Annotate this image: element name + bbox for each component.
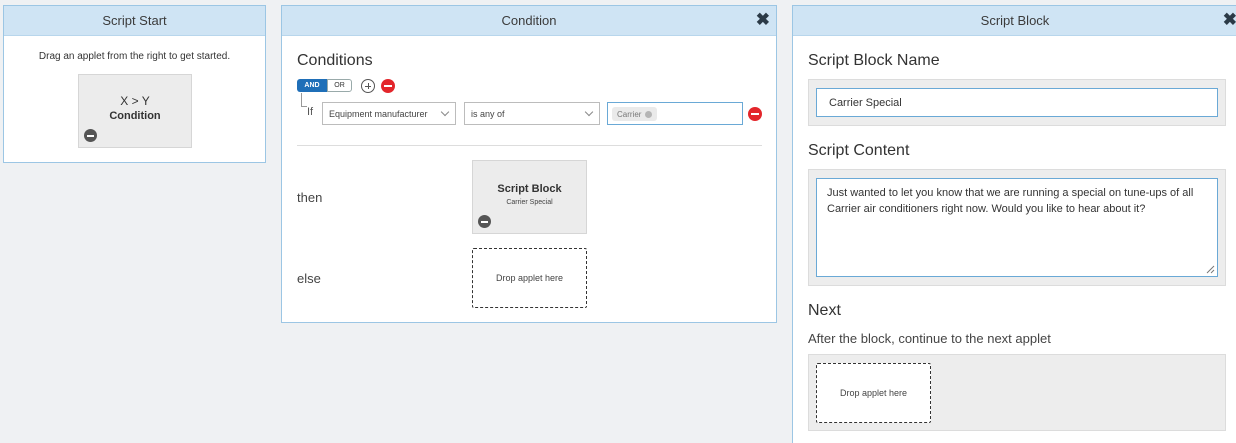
- condition-panel: Condition ✖ Conditions AND OR If Equipme…: [281, 5, 777, 323]
- field-select[interactable]: Equipment manufacturer: [322, 102, 456, 125]
- chevron-down-icon: [584, 107, 594, 117]
- script-block-title: Script Block: [980, 13, 1050, 28]
- next-drop-label: Drop applet here: [839, 388, 908, 398]
- else-drop-label: Drop applet here: [495, 273, 564, 283]
- section-divider: [297, 145, 762, 146]
- tag-remove-icon[interactable]: [645, 110, 653, 118]
- or-toggle-option[interactable]: OR: [327, 79, 352, 92]
- script-block-name-label: Script Block Name: [808, 52, 940, 69]
- next-description: After the block, continue to the next ap…: [808, 331, 1051, 346]
- remove-group-icon[interactable]: [381, 79, 395, 93]
- value-tag[interactable]: Carrier: [612, 107, 658, 121]
- else-label: else: [297, 271, 321, 286]
- script-content-text: Just wanted to let you know that we are …: [827, 187, 1194, 215]
- add-condition-icon[interactable]: [361, 79, 375, 93]
- value-tag-input[interactable]: Carrier: [607, 102, 743, 125]
- if-label: If: [307, 106, 314, 118]
- logic-toggle[interactable]: AND OR: [297, 79, 352, 92]
- and-toggle-option[interactable]: AND: [297, 79, 327, 92]
- then-label: then: [297, 190, 323, 205]
- applet-line2: Condition: [109, 110, 161, 122]
- script-block-header: Script Block ✖: [793, 6, 1236, 36]
- script-start-header: Script Start: [4, 6, 265, 36]
- remove-applet-icon[interactable]: [478, 215, 491, 228]
- conditions-title: Conditions: [297, 52, 373, 69]
- remove-condition-icon[interactable]: [748, 107, 762, 121]
- script-content-label: Script Content: [808, 142, 910, 159]
- chevron-down-icon: [440, 107, 450, 117]
- operator-select-value: is any of: [471, 108, 505, 119]
- script-start-title: Script Start: [102, 13, 167, 28]
- else-drop-zone[interactable]: Drop applet here: [472, 248, 587, 308]
- field-select-value: Equipment manufacturer: [329, 108, 428, 119]
- script-block-name-input[interactable]: Carrier Special: [816, 88, 1218, 117]
- then-applet-subtitle: Carrier Special: [506, 199, 553, 206]
- name-field-container: Carrier Special: [808, 79, 1226, 126]
- condition-applet-card[interactable]: X > Y Condition: [78, 74, 192, 148]
- applet-line1: X > Y: [120, 94, 150, 108]
- condition-title: Condition: [501, 13, 557, 28]
- resize-handle-icon[interactable]: [1206, 265, 1215, 274]
- script-block-panel: Script Block ✖ Script Block Name Carrier…: [792, 5, 1236, 443]
- next-container: Drop applet here: [808, 354, 1226, 431]
- operator-select[interactable]: is any of: [464, 102, 600, 125]
- remove-applet-icon[interactable]: [84, 129, 97, 142]
- close-icon[interactable]: ✖: [1223, 10, 1236, 30]
- then-applet-card[interactable]: Script Block Carrier Special: [472, 160, 587, 234]
- tree-connector: [301, 93, 307, 107]
- condition-header: Condition ✖: [282, 6, 776, 36]
- close-icon[interactable]: ✖: [756, 10, 770, 30]
- next-drop-zone[interactable]: Drop applet here: [816, 363, 931, 423]
- value-tag-label: Carrier: [617, 109, 642, 119]
- next-label: Next: [808, 302, 841, 319]
- script-content-textarea[interactable]: Just wanted to let you know that we are …: [816, 178, 1218, 277]
- script-start-panel: Script Start Drag an applet from the rig…: [3, 5, 266, 163]
- start-hint: Drag an applet from the right to get sta…: [38, 51, 231, 62]
- content-field-container: Just wanted to let you know that we are …: [808, 169, 1226, 286]
- then-applet-title: Script Block: [497, 183, 562, 195]
